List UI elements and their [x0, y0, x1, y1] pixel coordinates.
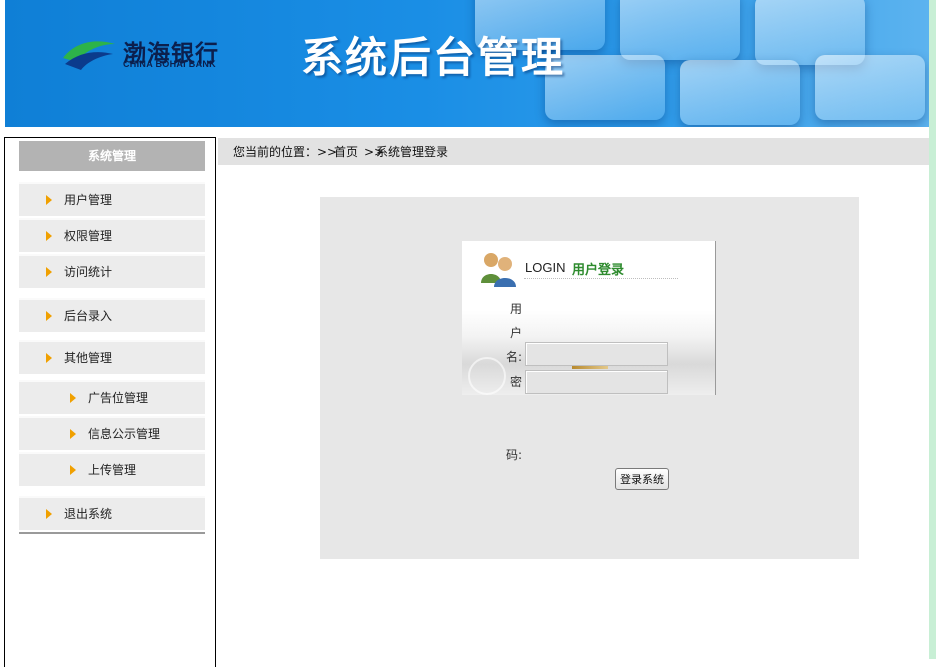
triangle-right-icon — [70, 429, 76, 439]
sidebar-subitem-ad-position[interactable]: 广告位管理 — [19, 380, 205, 414]
users-icon — [481, 253, 516, 287]
sidebar-item-label: 广告位管理 — [88, 391, 149, 405]
bank-logo: 渤海银行 CHINA BOHAI BANK — [61, 34, 251, 74]
triangle-right-icon — [46, 267, 52, 277]
triangle-right-icon — [46, 195, 52, 205]
username-label-char: 用 — [509, 302, 522, 316]
breadcrumb-home-link[interactable]: 首页 — [334, 138, 358, 166]
sidebar-subitem-info-disclosure[interactable]: 信息公示管理 — [19, 416, 205, 450]
sidebar-item-user-management[interactable]: 用户管理 — [19, 182, 205, 216]
sidebar-title: 系统管理 — [19, 141, 205, 171]
header-separator — [5, 127, 929, 137]
breadcrumb: 您当前的位置： >> 首页 >> 系统管理登录 — [218, 138, 929, 165]
login-english-title: LOGIN — [525, 260, 566, 275]
decorative-circle — [468, 357, 506, 395]
sidebar-item-permission-management[interactable]: 权限管理 — [19, 218, 205, 252]
triangle-right-icon — [70, 465, 76, 475]
login-submit-button[interactable]: 登录系统 — [615, 468, 669, 490]
right-edge-strip — [929, 0, 936, 659]
password-label-char: 码: — [505, 448, 522, 462]
sidebar-item-access-statistics[interactable]: 访问统计 — [19, 254, 205, 288]
password-field[interactable] — [525, 370, 668, 394]
triangle-right-icon — [46, 353, 52, 363]
breadcrumb-prefix: 您当前的位置： — [233, 145, 318, 159]
sidebar-item-label: 用户管理 — [64, 193, 113, 207]
keyboard-key-decoration — [620, 0, 740, 60]
sidebar-item-backend-entry[interactable]: 后台录入 — [19, 298, 205, 332]
sidebar: 系统管理 用户管理 权限管理 访问统计 后台录入 其他管理 广告位管理 信息公示… — [4, 137, 216, 667]
logo-english-text: CHINA BOHAI BANK — [123, 59, 216, 69]
triangle-right-icon — [46, 509, 52, 519]
username-field[interactable] — [525, 342, 668, 366]
keyboard-key-decoration — [680, 60, 800, 125]
system-title: 系统后台管理 — [301, 33, 566, 82]
header-banner: 渤海银行 CHINA BOHAI BANK 系统后台管理 — [5, 0, 929, 127]
breadcrumb-current: 系统管理登录 — [376, 145, 449, 159]
password-label-char: 密 — [509, 375, 522, 389]
sidebar-item-label: 访问统计 — [64, 265, 113, 279]
sidebar-item-label: 其他管理 — [64, 351, 113, 365]
sidebar-divider — [19, 532, 205, 534]
sidebar-item-label: 退出系统 — [64, 507, 113, 521]
username-label-char: 户 — [509, 326, 522, 340]
login-title: 用户登录 — [572, 263, 625, 278]
sidebar-item-label: 信息公示管理 — [88, 427, 161, 441]
field-decoration — [572, 366, 608, 369]
sidebar-item-logout[interactable]: 退出系统 — [19, 496, 205, 530]
sidebar-item-label: 权限管理 — [64, 229, 113, 243]
sidebar-item-label: 后台录入 — [64, 309, 113, 323]
username-label-char: 名: — [505, 350, 522, 364]
keyboard-key-decoration — [815, 55, 925, 120]
sidebar-item-label: 上传管理 — [88, 463, 137, 477]
sidebar-subitem-upload[interactable]: 上传管理 — [19, 452, 205, 486]
login-title-underline — [524, 278, 678, 279]
triangle-right-icon — [46, 311, 52, 321]
sidebar-item-other-management[interactable]: 其他管理 — [19, 340, 205, 374]
bank-logo-icon — [63, 41, 115, 70]
triangle-right-icon — [70, 393, 76, 403]
triangle-right-icon — [46, 231, 52, 241]
